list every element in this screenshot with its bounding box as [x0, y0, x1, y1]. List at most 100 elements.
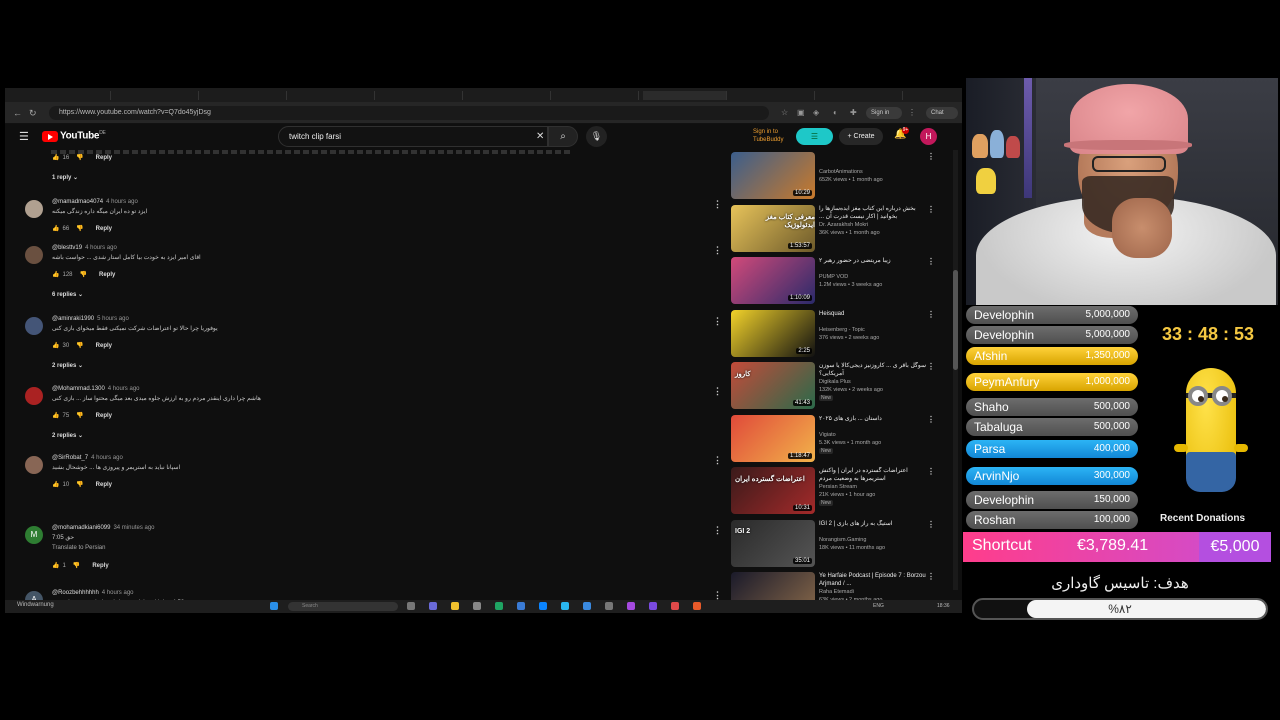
voice-search-button[interactable]: 🎙 — [586, 126, 607, 147]
search-box[interactable]: twitch clip farsi ✕ — [278, 126, 548, 147]
recommended-video[interactable]: 1:10:09 زیبا مریتضی در حضور رهبر ۲ PUMP VO… — [731, 257, 941, 309]
vscode-icon[interactable] — [583, 602, 591, 610]
dislike-icon[interactable]: 👎 — [80, 272, 87, 278]
reply-button[interactable]: Reply — [96, 226, 112, 232]
bookmark-icon[interactable]: ☆ — [781, 108, 788, 117]
video-channel[interactable]: PUMP VOD — [819, 274, 848, 280]
video-channel[interactable]: Heisenberg - Topic — [819, 327, 865, 333]
video-menu-icon[interactable]: ⋮ — [927, 415, 935, 424]
replies-toggle[interactable]: 1 reply ⌄ — [52, 174, 78, 181]
video-thumbnail[interactable]: معرفی کتاب مغز ایدئولوژیک 1:53:57 — [731, 204, 815, 252]
account-avatar[interactable]: H — [920, 128, 937, 145]
video-menu-icon[interactable]: ⋮ — [927, 572, 935, 581]
url-field[interactable]: https://www.youtube.com/watch?v=Q7do45yj… — [49, 106, 769, 120]
reply-button[interactable]: Reply — [96, 413, 112, 419]
video-menu-icon[interactable]: ⋮ — [927, 205, 935, 214]
video-thumbnail[interactable]: اعتراضات گسترده ایران 10:31 — [731, 467, 815, 514]
youtube-logo-icon[interactable] — [42, 131, 58, 142]
search-button[interactable]: ⌕ — [548, 126, 578, 147]
video-menu-icon[interactable]: ⋮ — [927, 467, 935, 476]
language-indicator[interactable]: ENG — [873, 603, 884, 609]
tubebuddy-icon[interactable]: ☰ — [796, 128, 833, 145]
recommended-video[interactable]: اعتراضات گسترده ایران 10:31 اعتراضات گسترد… — [731, 467, 941, 519]
twitch-icon[interactable] — [649, 602, 657, 610]
brave-icon[interactable] — [693, 602, 701, 610]
browser-tab[interactable] — [555, 91, 639, 100]
video-channel[interactable]: Raha Etemadi — [819, 589, 854, 595]
video-thumbnail[interactable]: IGI 2 35:01 — [731, 519, 815, 567]
browser-tab[interactable] — [467, 91, 551, 100]
browser-tab[interactable] — [27, 91, 111, 100]
puzzle-icon[interactable]: ✚ — [850, 108, 857, 117]
reply-button[interactable]: Reply — [99, 272, 115, 278]
chat-button[interactable]: Chat — [926, 107, 958, 119]
reply-button[interactable]: Reply — [92, 563, 108, 569]
like-icon[interactable]: 👍 — [52, 272, 59, 278]
video-thumbnail[interactable]: 1:10:09 — [731, 257, 815, 304]
teams-icon[interactable] — [429, 602, 437, 610]
like-icon[interactable]: 👍 — [52, 413, 59, 419]
recommended-video[interactable]: 10:29 CarbotAnimations 652K views • 1 mont… — [731, 152, 941, 204]
lock-icon[interactable]: ◐ — [833, 108, 838, 117]
commenter-avatar[interactable] — [25, 456, 43, 474]
obs-icon[interactable] — [627, 602, 635, 610]
video-title[interactable]: داستان ... بازی های ۲۰۲۵ — [819, 415, 927, 423]
comment-author[interactable]: @mohamadkiani6099 — [52, 525, 110, 531]
recommended-video[interactable]: 2:25 Heisquad Heisenberg - Topic 376 views … — [731, 309, 941, 362]
browser-tab[interactable] — [291, 91, 375, 100]
app-icon[interactable] — [473, 602, 481, 610]
app-icon-gray[interactable] — [605, 602, 613, 610]
video-channel[interactable]: Digikala Plus — [819, 379, 851, 385]
weather-widget[interactable]: Windwarnung — [17, 602, 54, 608]
video-title[interactable]: اعتراضات گسترده در ایران | واکنش استریمر… — [819, 467, 927, 483]
comment-author[interactable]: @Mohammad.1300 — [52, 386, 105, 392]
recommended-video[interactable]: معرفی کتاب مغز ایدئولوژیک 1:53:57 بخش دربا… — [731, 204, 941, 257]
video-channel[interactable]: Vigiato — [819, 432, 836, 438]
commenter-avatar[interactable] — [25, 387, 43, 405]
recommended-video[interactable]: IGI 2 35:01 استیگ به راز های بازی | IGI 2 N… — [731, 519, 941, 572]
comment-author[interactable]: @mamadmao4074 — [52, 199, 103, 205]
comment-menu-icon[interactable]: ⋮ — [713, 199, 722, 210]
edge-icon[interactable] — [539, 602, 547, 610]
dislike-icon[interactable]: 👎 — [76, 155, 83, 161]
task-view-icon[interactable] — [407, 602, 415, 610]
taskbar-search[interactable]: Search — [288, 602, 398, 611]
browser-tab[interactable] — [819, 91, 903, 100]
reply-button[interactable]: Reply — [96, 343, 112, 349]
reply-button[interactable]: Reply — [96, 155, 112, 161]
translate-link[interactable]: Translate to Persian — [52, 545, 105, 551]
app-icon-cyan[interactable] — [561, 602, 569, 610]
youtube-wordmark[interactable]: YouTubeDE — [60, 130, 106, 141]
video-thumbnail[interactable]: 1:18:47 — [731, 414, 815, 462]
video-channel[interactable]: Dr. Azarakhsh Mokri — [819, 222, 868, 228]
chrome-icon[interactable] — [495, 602, 503, 610]
comment-author[interactable]: @Roozbehhhhhh — [52, 590, 99, 596]
like-icon[interactable]: 👍 — [52, 343, 59, 349]
recommended-video[interactable]: 1:26:43Ye Harfaie Podcast | Episode 7 : … — [731, 572, 941, 603]
back-icon[interactable]: ← — [13, 108, 22, 118]
dislike-icon[interactable]: 👎 — [76, 413, 83, 419]
browser-tab[interactable] — [115, 91, 199, 100]
replies-toggle[interactable]: 2 replies ⌄ — [52, 432, 83, 439]
video-title[interactable]: سوگل باقر ی ... کاروزنیز دیجی‌کالا یا سو… — [819, 362, 927, 378]
recommended-video[interactable]: کاروز 41:43 سوگل باقر ی ... کاروزنیز دیجی‌… — [731, 362, 941, 414]
video-title[interactable]: Ye Harfaie Podcast | Episode 7 : Borzou … — [819, 572, 927, 588]
comment-time[interactable]: 4 hours ago — [91, 455, 123, 461]
replies-toggle[interactable]: 6 replies ⌄ — [52, 291, 83, 298]
comment-time[interactable]: 4 hours ago — [108, 386, 140, 392]
like-icon[interactable]: 👍 — [52, 155, 59, 161]
video-menu-icon[interactable]: ⋮ — [927, 257, 935, 266]
app-icon-blue[interactable] — [517, 602, 525, 610]
commenter-avatar[interactable] — [25, 200, 43, 218]
clock[interactable]: 18:36 — [937, 603, 950, 609]
tubebuddy-signin-link[interactable]: Sign in to TubeBuddy — [753, 128, 793, 144]
video-thumbnail[interactable]: 1:26:43 — [731, 572, 815, 603]
comment-menu-icon[interactable]: ⋮ — [713, 386, 722, 397]
browser-tab[interactable] — [379, 91, 463, 100]
video-menu-icon[interactable]: ⋮ — [927, 152, 935, 161]
comment-time[interactable]: 4 hours ago — [102, 590, 134, 596]
commenter-avatar[interactable]: M — [25, 526, 43, 544]
like-icon[interactable]: 👍 — [52, 563, 59, 569]
clear-search-icon[interactable]: ✕ — [536, 131, 544, 142]
video-thumbnail[interactable]: کاروز 41:43 — [731, 362, 815, 409]
